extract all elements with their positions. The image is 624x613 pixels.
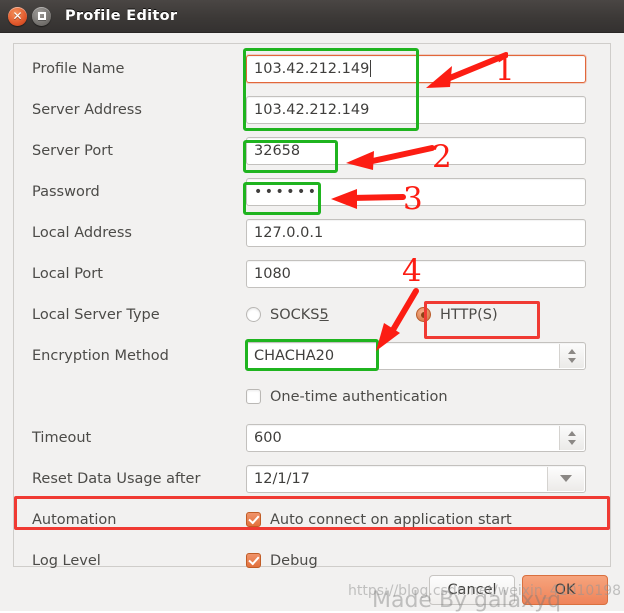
label-automation: Automation xyxy=(32,511,117,528)
server-type-radio-group: SOCKS5 HTTP(S) xyxy=(246,307,586,323)
row-one-time-auth: One-time authentication xyxy=(14,376,610,417)
radio-socks5-icon xyxy=(246,307,261,322)
local-port-value: 1080 xyxy=(254,265,291,282)
form-panel: Profile Name 103.42.212.149 Server Addre… xyxy=(13,43,611,569)
label-password: Password xyxy=(32,183,100,200)
label-local-address: Local Address xyxy=(32,224,132,241)
row-encryption-method: Encryption Method CHACHA20 xyxy=(14,335,610,376)
auto-connect-checkbox-icon xyxy=(246,512,261,527)
row-timeout: Timeout 600 xyxy=(14,417,610,458)
encryption-method-combo[interactable]: CHACHA20 xyxy=(246,341,586,370)
chevron-down-icon xyxy=(568,439,576,445)
server-port-input[interactable]: 32658 xyxy=(246,136,586,165)
radio-https-icon xyxy=(416,307,431,322)
auto-connect-checkbox[interactable]: Auto connect on application start xyxy=(246,512,512,528)
encryption-spinner[interactable] xyxy=(559,343,584,368)
window-title: Profile Editor xyxy=(65,8,178,24)
reset-data-usage-datepicker[interactable]: 12/1/17 xyxy=(246,464,586,493)
title-bar: ✕ Profile Editor xyxy=(0,0,624,33)
row-server-port: Server Port 32658 xyxy=(14,130,610,171)
server-port-value: 32658 xyxy=(254,142,301,159)
maximize-icon[interactable] xyxy=(32,6,51,26)
radio-https[interactable]: HTTP(S) xyxy=(416,307,498,323)
label-local-port: Local Port xyxy=(32,265,103,282)
row-local-address: Local Address 127.0.0.1 xyxy=(14,212,610,253)
maximize-glyph xyxy=(37,12,46,20)
one-time-auth-label: One-time authentication xyxy=(270,388,448,405)
row-local-server-type: Local Server Type SOCKS5 HTTP(S) xyxy=(14,294,610,335)
local-address-value: 127.0.0.1 xyxy=(254,224,324,241)
chevron-down-icon xyxy=(568,357,576,363)
text-caret xyxy=(370,60,372,77)
row-profile-name: Profile Name 103.42.212.149 xyxy=(14,48,610,89)
close-glyph: ✕ xyxy=(12,9,23,23)
chevron-up-icon xyxy=(568,348,576,354)
chevron-up-icon xyxy=(568,430,576,436)
password-input[interactable]: •••••• xyxy=(246,177,586,206)
timeout-value: 600 xyxy=(254,429,282,446)
encryption-method-value: CHACHA20 xyxy=(254,347,335,364)
server-address-value: 103.42.212.149 xyxy=(254,101,370,118)
watermark-made-by: Made By galaxyq xyxy=(372,588,562,613)
server-address-input[interactable]: 103.42.212.149 xyxy=(246,95,586,124)
label-timeout: Timeout xyxy=(32,429,92,446)
one-time-auth-checkbox[interactable]: One-time authentication xyxy=(246,389,448,405)
row-reset-data-usage: Reset Data Usage after 12/1/17 xyxy=(14,458,610,499)
local-port-input[interactable]: 1080 xyxy=(246,259,586,288)
local-address-input[interactable]: 127.0.0.1 xyxy=(246,218,586,247)
row-automation: Automation Auto connect on application s… xyxy=(14,499,610,540)
log-level-debug-label: Debug xyxy=(270,552,318,569)
password-value: •••••• xyxy=(254,183,319,200)
reset-data-usage-dropdown-button[interactable] xyxy=(547,466,584,491)
label-reset-data-usage: Reset Data Usage after xyxy=(32,470,201,487)
row-server-address: Server Address 103.42.212.149 xyxy=(14,89,610,130)
auto-connect-label: Auto connect on application start xyxy=(270,511,512,528)
row-local-port: Local Port 1080 xyxy=(14,253,610,294)
row-password: Password •••••• xyxy=(14,171,610,212)
radio-socks5[interactable]: SOCKS5 xyxy=(246,307,416,323)
reset-data-usage-value: 12/1/17 xyxy=(254,470,310,487)
label-encryption-method: Encryption Method xyxy=(32,347,169,364)
radio-https-label: HTTP(S) xyxy=(440,306,498,323)
label-log-level: Log Level xyxy=(32,552,101,569)
profile-name-value: 103.42.212.149 xyxy=(254,60,370,77)
chevron-down-icon xyxy=(560,475,572,482)
profile-name-input[interactable]: 103.42.212.149 xyxy=(246,54,586,83)
profile-editor-window: ✕ Profile Editor Profile Name 103.42.212… xyxy=(0,0,624,613)
timeout-spinner[interactable] xyxy=(559,425,584,450)
label-server-address: Server Address xyxy=(32,101,142,118)
log-level-debug-checkbox-icon xyxy=(246,553,261,568)
close-icon[interactable]: ✕ xyxy=(8,6,27,26)
label-local-server-type: Local Server Type xyxy=(32,306,160,323)
radio-socks5-label: SOCKS5 xyxy=(270,306,329,323)
log-level-debug-checkbox[interactable]: Debug xyxy=(246,553,318,569)
one-time-auth-checkbox-icon xyxy=(246,389,261,404)
label-server-port: Server Port xyxy=(32,142,113,159)
timeout-spinbox[interactable]: 600 xyxy=(246,423,586,452)
label-profile-name: Profile Name xyxy=(32,60,125,77)
